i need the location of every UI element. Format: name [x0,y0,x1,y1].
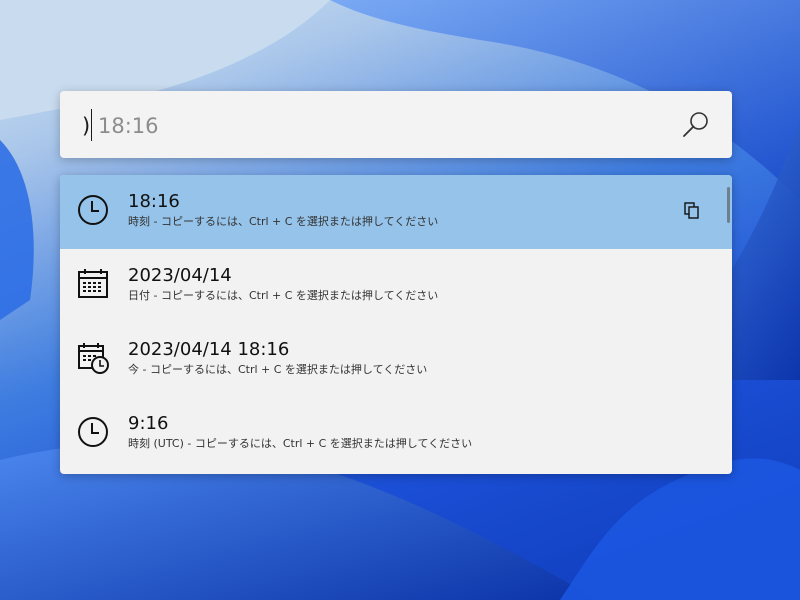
result-title: 2023/04/14 18:16 [128,339,290,360]
result-subtitle: 時刻 - コピーするには、Ctrl + C を選択または押してください [128,215,439,228]
calendar-clock-icon [78,343,109,374]
text-caret [91,109,92,141]
calendar-icon [78,269,108,298]
search-suggestion-text: 18:16 [98,114,159,138]
search-box[interactable]: ) 18:16 [60,91,732,158]
copy-icon[interactable] [684,202,700,220]
result-item[interactable]: 2023/04/14 18:16 今 - コピーするには、Ctrl + C を選… [60,323,732,397]
scrollbar-thumb[interactable] [727,187,730,223]
result-item[interactable]: 2023/04/14 日付 - コピーするには、Ctrl + C を選択または押… [60,249,732,323]
result-title: 18:16 [128,191,180,212]
search-icon[interactable] [680,109,712,141]
result-title: 2023/04/14 [128,265,232,286]
result-subtitle: 日付 - コピーするには、Ctrl + C を選択または押してください [128,289,439,302]
result-subtitle: 時刻 (UTC) - コピーするには、Ctrl + C を選択または押してくださ… [128,437,473,450]
result-title: 9:16 [128,413,169,434]
result-subtitle: 今 - コピーするには、Ctrl + C を選択または押してください [128,363,428,376]
clock-icon [78,195,108,225]
result-item[interactable]: 9:16 時刻 (UTC) - コピーするには、Ctrl + C を選択または押… [60,397,732,471]
clock-icon [78,417,108,447]
results-list: 18:16 時刻 - コピーするには、Ctrl + C を選択または押してくださ… [60,175,732,474]
result-item[interactable]: 18:16 時刻 - コピーするには、Ctrl + C を選択または押してくださ… [60,175,732,249]
search-query-text: ) [82,114,91,138]
